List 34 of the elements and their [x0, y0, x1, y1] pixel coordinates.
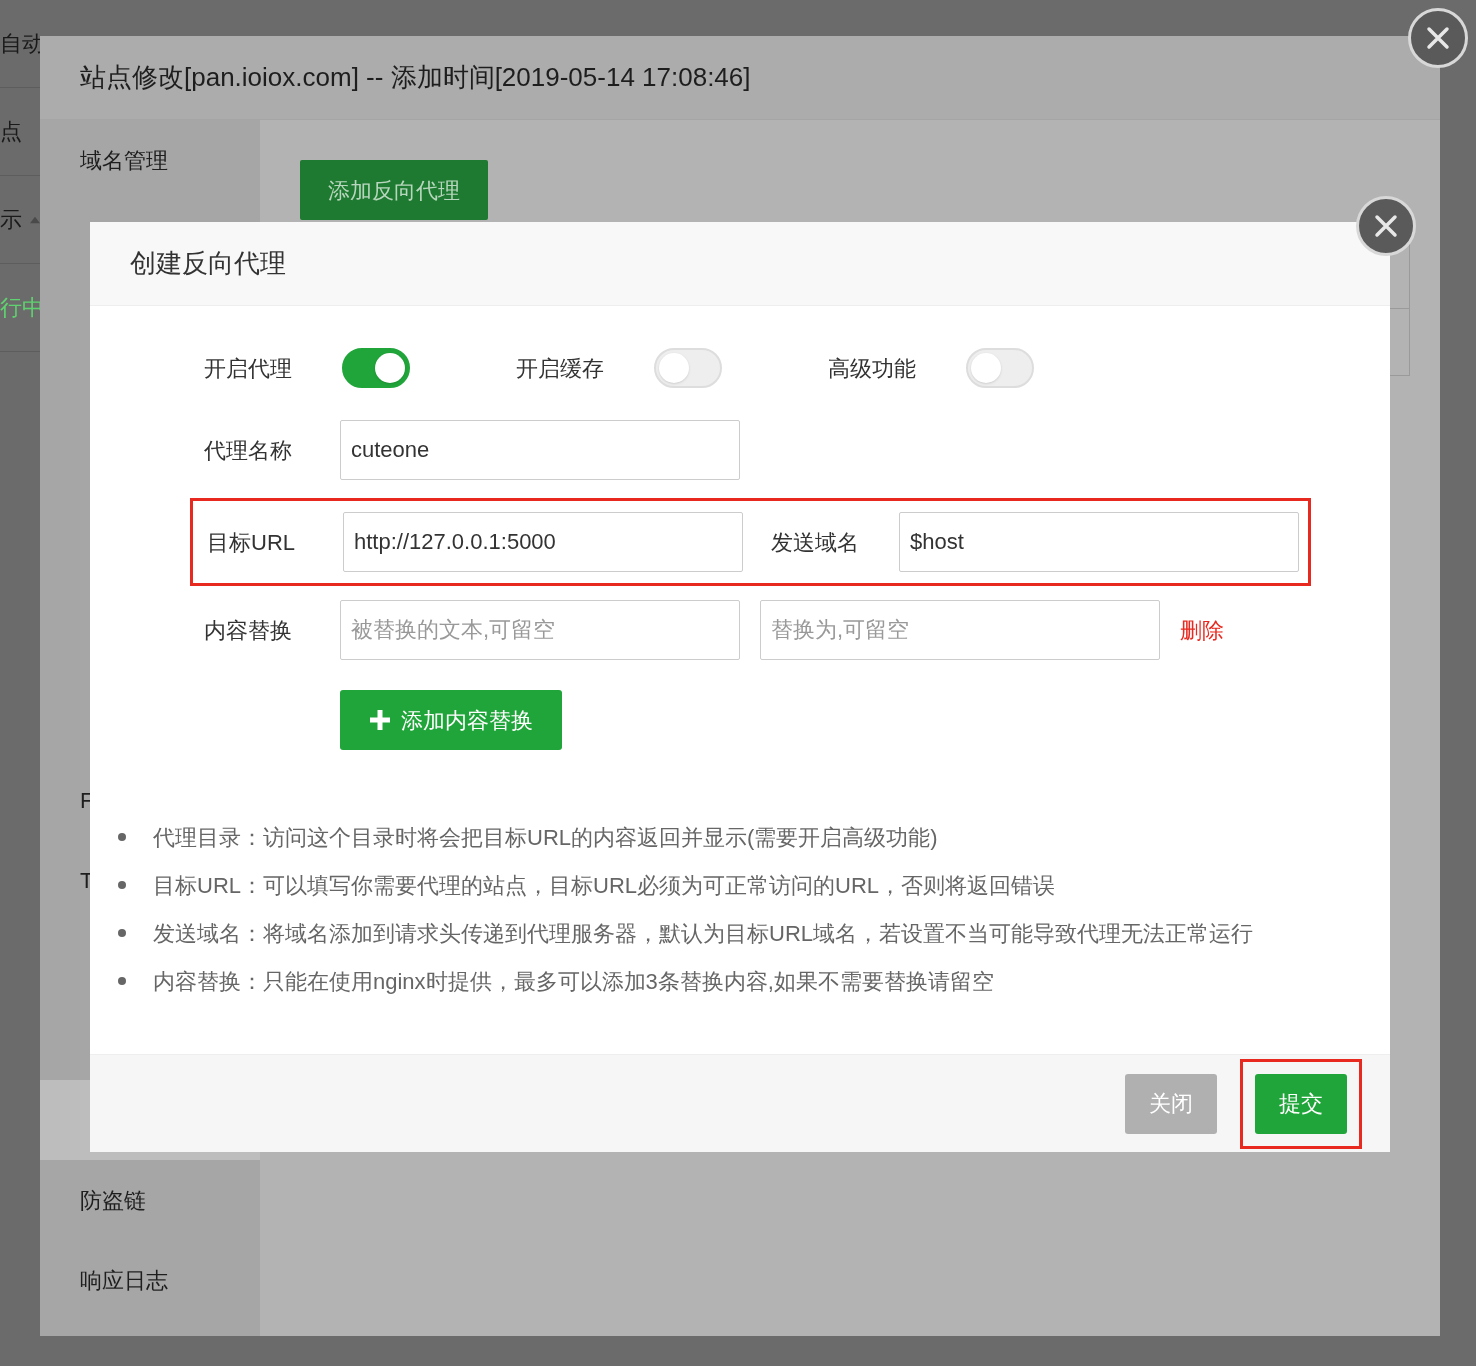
delete-link[interactable]: 删除: [1180, 613, 1224, 647]
dialog-title: 创建反向代理: [130, 247, 286, 280]
field-label: 内容替换: [204, 616, 293, 645]
sidebar-item[interactable]: 响应日志: [40, 1240, 260, 1320]
toggle-switch[interactable]: [342, 348, 410, 388]
field-label: 发送域名: [771, 528, 860, 557]
bullet-icon: [118, 977, 126, 985]
tip-text: 代理目录：访问这个目录时将会把目标URL的内容返回并显示(需要开启高级功能): [153, 823, 938, 852]
field-label: 目标URL: [207, 528, 296, 557]
toggle-label: 开启缓存: [516, 354, 605, 383]
bullet-icon: [118, 929, 126, 937]
input-field[interactable]: 被替换的文本,可留空: [340, 600, 740, 660]
input-field[interactable]: $host: [899, 512, 1299, 572]
field-label: 代理名称: [204, 436, 293, 465]
toggle-label: 高级功能: [828, 354, 917, 383]
input-field[interactable]: http://127.0.0.1:5000: [343, 512, 743, 572]
sidebar-item[interactable]: 域名管理: [40, 120, 260, 200]
bullet-icon: [118, 833, 126, 841]
close-icon: [1373, 213, 1399, 239]
tip-text: 内容替换：只能在使用nginx时提供，最多可以添加3条替换内容,如果不需要替换请留空: [153, 967, 994, 996]
plus-icon: [369, 709, 391, 731]
toggle-label: 开启代理: [204, 354, 293, 383]
tip-text: 目标URL：可以填写你需要代理的站点，目标URL必须为可正常访问的URL，否则将返回错误: [153, 871, 1056, 900]
bullet-icon: [118, 881, 126, 889]
input-field[interactable]: cuteone: [340, 420, 740, 480]
close-button[interactable]: [1408, 8, 1468, 68]
input-field[interactable]: 替换为,可留空: [760, 600, 1160, 660]
tip-text: 发送域名：将域名添加到请求头传递到代理服务器，默认为目标URL域名，若设置不当可能导致代理无法正常运行: [153, 919, 1253, 948]
close-icon: [1425, 25, 1451, 51]
table-text: 示: [0, 206, 22, 234]
add-proxy-button[interactable]: 添加反向代理: [300, 160, 488, 220]
dialog-title: 站点修改[pan.ioiox.com] -- 添加时间[2019-05-14 17:08:46]: [80, 61, 751, 94]
table-text: 点: [0, 118, 22, 146]
sidebar-item[interactable]: 防盗链: [40, 1160, 260, 1240]
